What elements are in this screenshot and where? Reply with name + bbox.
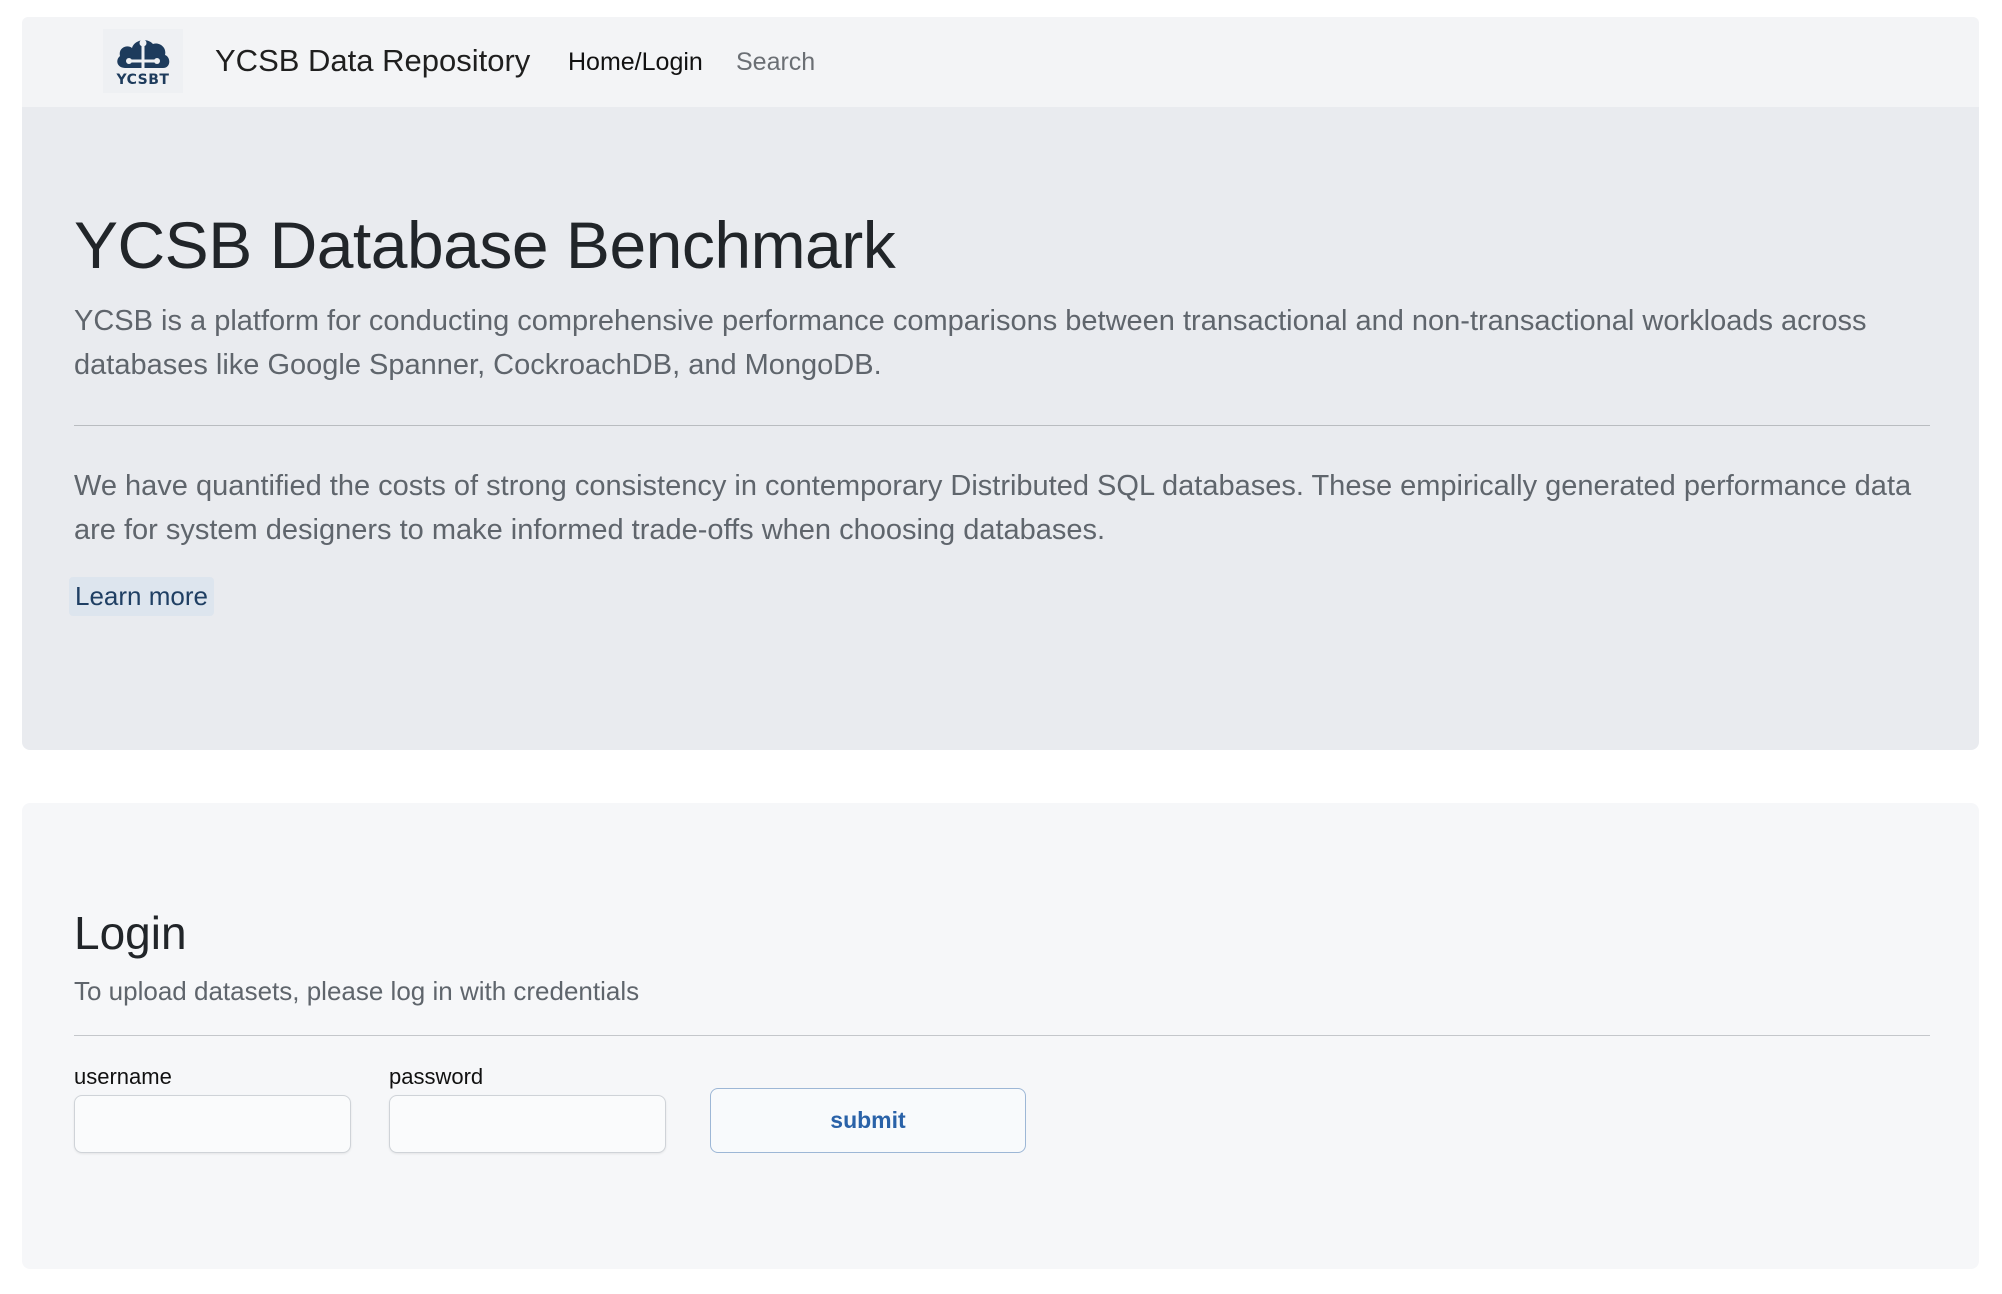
page: YCSBT YCSB Data Repository Home/Login Se… xyxy=(0,0,2002,1294)
username-field[interactable] xyxy=(74,1095,351,1153)
logo[interactable]: YCSBT xyxy=(103,29,183,93)
submit-button[interactable]: submit xyxy=(710,1088,1026,1153)
hero-divider xyxy=(74,425,1930,426)
login-divider xyxy=(74,1035,1930,1036)
hero-title: YCSB Database Benchmark xyxy=(74,208,896,282)
hero-section: YCSB Database Benchmark YCSB is a platfo… xyxy=(22,107,1979,750)
password-field[interactable] xyxy=(389,1095,666,1153)
username-label: username xyxy=(74,1064,172,1089)
cloud-network-icon xyxy=(117,39,170,72)
login-title: Login xyxy=(74,907,187,959)
password-label: password xyxy=(389,1064,484,1089)
nav-link-search[interactable]: Search xyxy=(736,48,815,77)
learn-more-link[interactable]: Learn more xyxy=(69,577,214,616)
logo-text: YCSBT xyxy=(116,72,170,88)
login-card: Login To upload datasets, please log in … xyxy=(22,803,1979,1269)
nav-link-home-login[interactable]: Home/Login xyxy=(568,48,703,77)
brand-title[interactable]: YCSB Data Repository xyxy=(215,43,530,79)
login-subtitle: To upload datasets, please log in with c… xyxy=(74,976,640,1006)
hero-lead: YCSB is a platform for conducting compre… xyxy=(74,305,1867,381)
hero-body: We have quantified the costs of strong c… xyxy=(74,470,1912,546)
navbar: YCSBT YCSB Data Repository Home/Login Se… xyxy=(22,17,1979,107)
